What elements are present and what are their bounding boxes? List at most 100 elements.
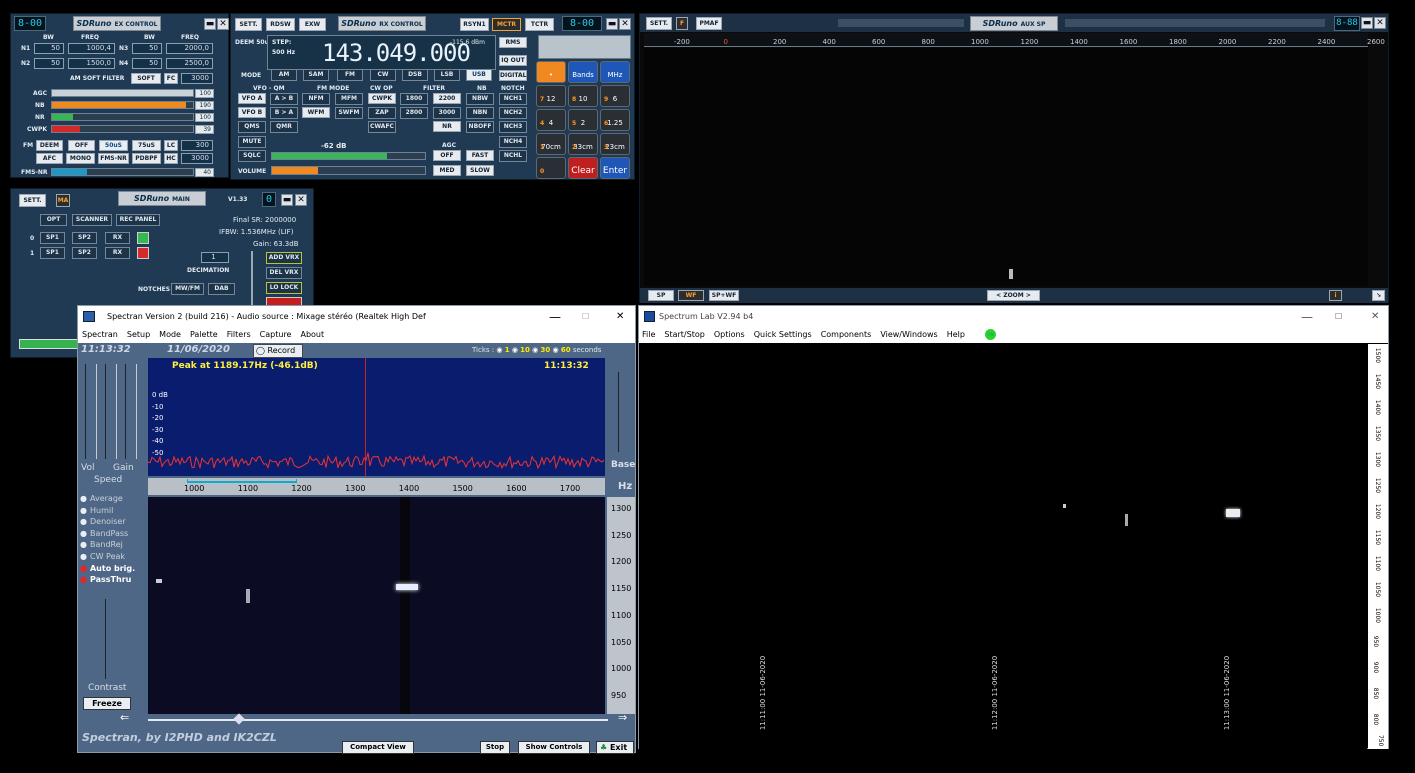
keypad-key[interactable]: 7 12 — [536, 85, 566, 107]
zoom-control[interactable]: < ZOOM > — [987, 290, 1040, 301]
nr-button[interactable]: NR — [433, 121, 461, 132]
mode-fm[interactable]: FM — [337, 69, 363, 81]
exit-button[interactable]: ♣ Exit — [596, 741, 634, 754]
keypad-key[interactable]: 8 10 — [568, 85, 598, 107]
spectran-menu-item[interactable]: Spectran — [82, 330, 118, 339]
main-ma-button[interactable]: MA — [56, 194, 70, 207]
off-button[interactable]: OFF — [68, 140, 95, 151]
keypad-key[interactable]: 1 70cm — [536, 133, 566, 155]
keypad-key[interactable]: 6 1.25 — [600, 109, 630, 131]
frequency-value[interactable]: 143.049.000 — [322, 39, 471, 67]
keypad-key[interactable]: • — [536, 61, 566, 83]
nfm-button[interactable]: NFM — [302, 93, 330, 105]
n3-bw-input[interactable]: 50 — [132, 43, 162, 54]
digital-button[interactable]: DIGITAL — [499, 70, 527, 81]
deem-button[interactable]: DEEM — [36, 140, 63, 151]
spectran-minimize-icon[interactable]: — — [549, 306, 561, 328]
lc-button[interactable]: LC — [164, 140, 178, 151]
vrx1-status-indicator[interactable] — [137, 247, 149, 259]
fms-nr-bar[interactable] — [51, 168, 194, 176]
vol-slider[interactable] — [85, 364, 97, 459]
mode-cw[interactable]: CW — [370, 69, 396, 81]
nchl-button[interactable]: NCHL — [499, 150, 527, 162]
swfm-button[interactable]: SWFM — [335, 107, 363, 119]
qmr-button[interactable]: QMR — [270, 121, 298, 133]
zoom-right-icon[interactable]: > — [1026, 292, 1031, 299]
dab-button[interactable]: DAB — [208, 283, 235, 295]
nbn-button[interactable]: NBN — [466, 107, 494, 119]
mw-fm-button[interactable]: MW/FM — [171, 283, 204, 295]
minimize-button[interactable]: ▬ — [204, 18, 216, 30]
50us-button[interactable]: 50uS — [99, 140, 128, 151]
volume-bar[interactable] — [271, 166, 426, 175]
nb-bar[interactable] — [51, 101, 194, 109]
n3-freq-input[interactable]: 2000,0 — [166, 43, 213, 54]
time-slider-thumb[interactable] — [233, 713, 245, 725]
aux-waterfall[interactable] — [644, 48, 1368, 286]
spectrum-lab-minimize-icon[interactable]: — — [1301, 306, 1313, 328]
spectran-menu-item[interactable]: Filters — [227, 330, 251, 339]
spectran-menu-item[interactable]: Mode — [159, 330, 181, 339]
75us-button[interactable]: 75uS — [132, 140, 161, 151]
running-indicator[interactable]: ON — [985, 329, 996, 340]
opt-button[interactable]: OPT — [40, 214, 67, 226]
spectran-option[interactable]: ● Denoiser — [80, 517, 126, 526]
a-to-b-button[interactable]: A > B — [270, 93, 298, 105]
spectran-close-icon[interactable]: ✕ — [616, 306, 624, 328]
keypad-key[interactable]: MHz — [600, 61, 630, 83]
aux-sp-button[interactable]: SP — [648, 290, 674, 301]
close-button[interactable]: ✕ — [217, 18, 229, 30]
ticks-selector[interactable]: Ticks : ◉ 1 ◉ 10 ◉ 30 ◉ 60 seconds — [472, 346, 601, 354]
filter-2200[interactable]: 2200 — [433, 93, 461, 104]
vfo-a-button[interactable]: VFO A — [238, 93, 266, 104]
keypad-key[interactable]: 44 — [536, 109, 566, 131]
keypad-key[interactable]: Clear — [568, 157, 598, 179]
main-title[interactable]: SDRuno MAIN — [118, 191, 206, 206]
pdbpf-button[interactable]: PDBPF — [132, 153, 161, 164]
rx-minimize-button[interactable]: ▬ — [606, 18, 618, 30]
nch1-button[interactable]: NCH1 — [499, 93, 527, 105]
frequency-display[interactable]: STEP: 500 Hz 143.049.000 -115,6 dBm — [267, 35, 496, 70]
aux-close-button[interactable]: ✕ — [1374, 17, 1386, 29]
spectrum-plot[interactable]: Peak at 1189.17Hz (-46.1dB) 11:13:32 0 d… — [148, 358, 605, 476]
frequency-ruler[interactable]: 1000 1100 1200 1300 1400 1500 1600 1700 — [148, 478, 605, 495]
n4-bw-input[interactable]: 50 — [132, 58, 162, 69]
main-close-button[interactable]: ✕ — [295, 194, 307, 206]
spectrum-lab-menu-item[interactable]: Help — [947, 330, 965, 339]
keypad-key[interactable]: Bands — [568, 61, 598, 83]
vrx0-sp1-button[interactable]: SP1 — [40, 232, 65, 244]
agc-med-button[interactable]: MED — [433, 165, 461, 176]
vrx1-sp2-button[interactable]: SP2 — [72, 247, 97, 259]
spectran-option[interactable]: ● CW Peak — [80, 552, 125, 561]
aux-minimize-button[interactable]: ▬ — [1361, 17, 1373, 29]
mode-am[interactable]: AM — [271, 69, 297, 81]
spectran-option[interactable]: ● PassThru — [80, 575, 131, 584]
n2-bw-input[interactable]: 50 — [34, 58, 64, 69]
vrx0-sp2-button[interactable]: SP2 — [72, 232, 97, 244]
keypad-key[interactable]: 52 — [568, 109, 598, 131]
main-sett-button[interactable]: SETT. — [19, 194, 46, 207]
aux-sett-button[interactable]: SETT. — [646, 17, 672, 30]
agc-bar[interactable] — [51, 89, 194, 97]
nr-bar[interactable] — [51, 113, 194, 121]
filter-3000[interactable]: 3000 — [433, 107, 461, 119]
gain-slider[interactable] — [105, 364, 117, 459]
left-arrow-icon[interactable]: ⇐ — [120, 711, 129, 724]
show-controls-button[interactable]: Show Controls — [518, 741, 590, 754]
scanner-button[interactable]: SCANNER — [72, 214, 112, 226]
lc-input[interactable]: 300 — [181, 140, 213, 151]
spectran-menu-item[interactable]: About — [300, 330, 324, 339]
fc-input[interactable]: 3000 — [181, 73, 213, 84]
mode-usb[interactable]: USB — [466, 69, 492, 81]
aux-f-button[interactable]: F — [676, 17, 688, 30]
sqlc-bar[interactable] — [271, 152, 426, 160]
hc-button[interactable]: HC — [164, 153, 178, 164]
aux-pmaf-button[interactable]: PMAF — [696, 17, 722, 30]
spectran-option[interactable]: ● BandPass — [80, 529, 128, 538]
aux-title[interactable]: SDRuno AUX SP — [970, 16, 1058, 31]
spectrum-lab-waterfall[interactable]: 11:11:00 11-06-2020 11:12:00 11-06-2020 11… — [639, 344, 1367, 749]
spectrum-lab-menu-item[interactable]: View/Windows — [880, 330, 937, 339]
contrast-slider[interactable] — [105, 599, 115, 679]
n1-bw-input[interactable]: 50 — [34, 43, 64, 54]
nbw-button[interactable]: NBW — [466, 93, 494, 105]
